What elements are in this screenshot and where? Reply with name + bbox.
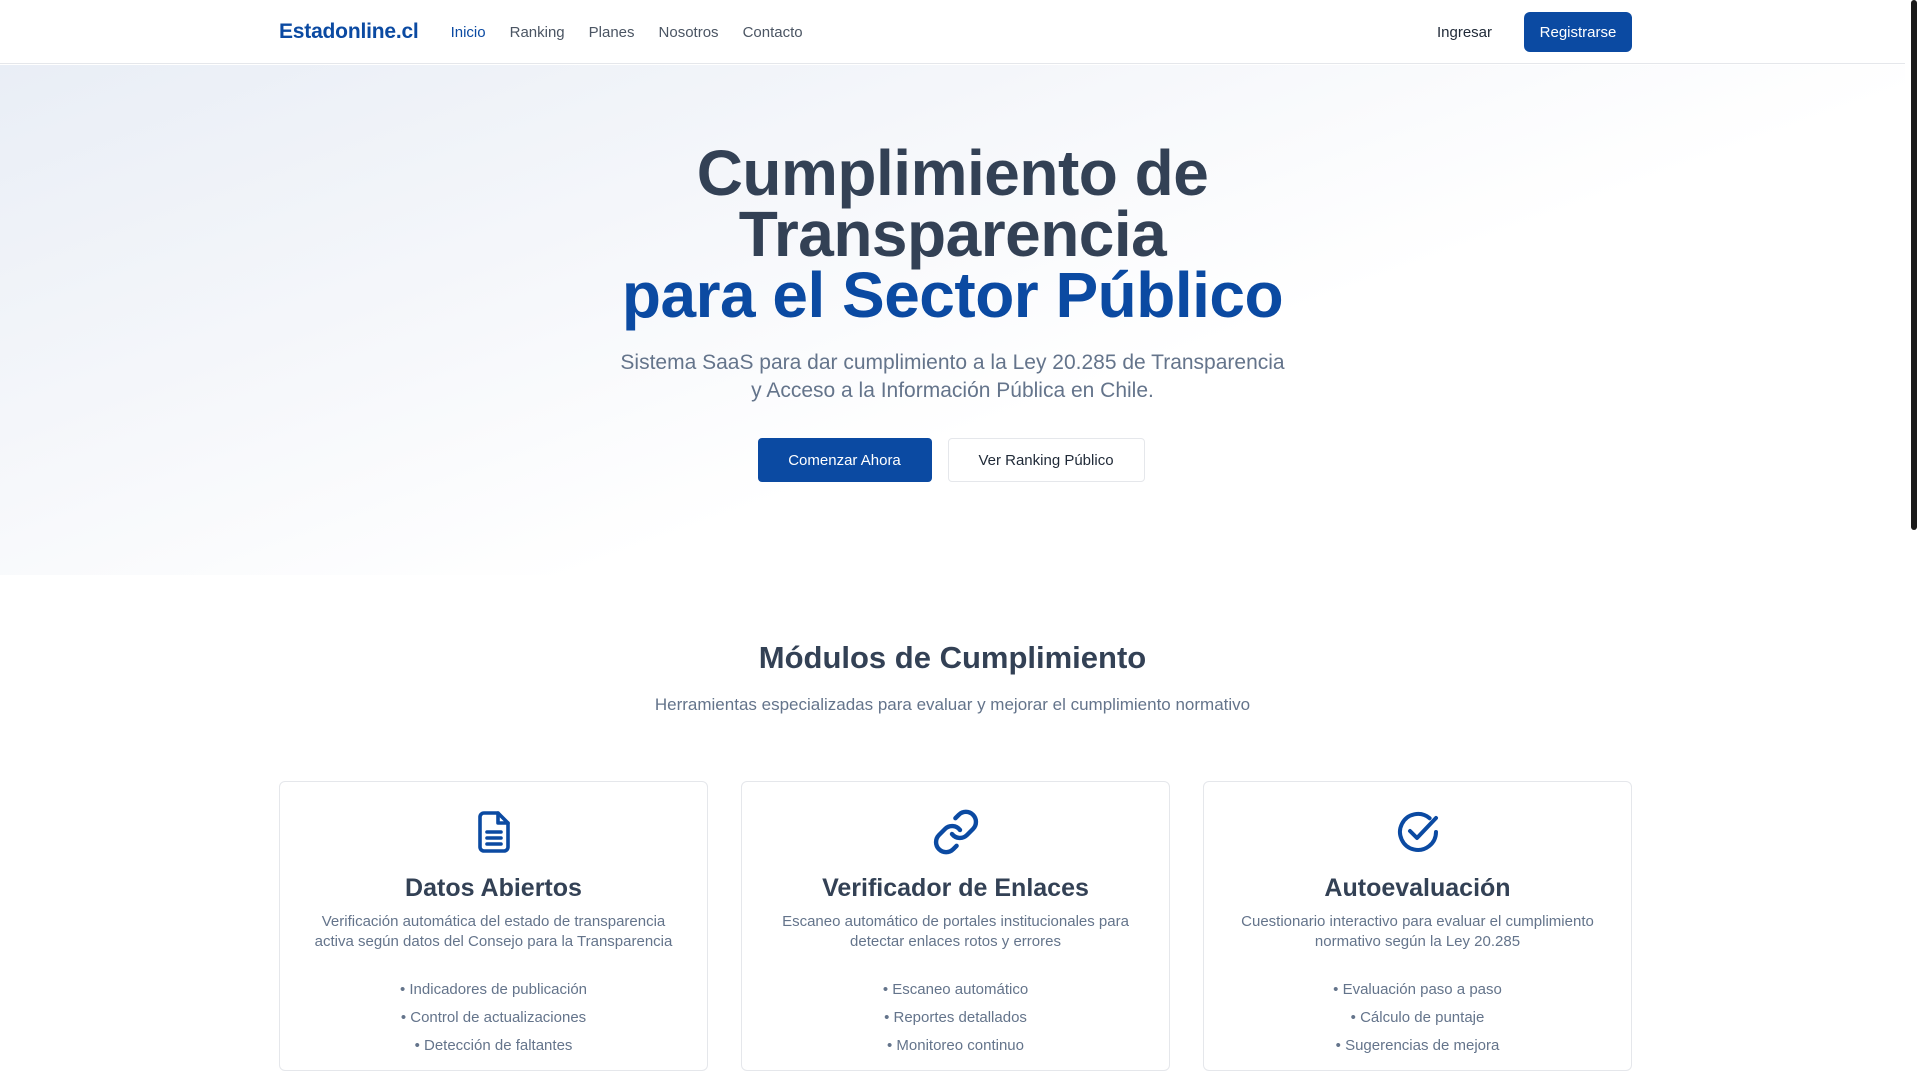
nav-link-ranking[interactable]: Ranking [510,24,565,41]
register-button[interactable]: Registrarse [1524,12,1632,52]
nav-link-inicio[interactable]: Inicio [451,24,486,41]
navbar-inner: Estadonline.cl Inicio Ranking Planes Nos… [279,0,1632,64]
hero-title-line-2: Transparencia [738,198,1167,270]
module-feature-list: Indicadores de publicación Control de ac… [280,976,707,1060]
module-card-autoevaluacion: Autoevaluación Cuestionario interactivo … [1203,781,1632,1071]
hero-title: Cumplimiento de Transparencia para el Se… [0,137,1905,331]
module-card-datos-abiertos: Datos Abiertos Verificación automática d… [279,781,708,1071]
module-feature-list: Escaneo automático Reportes detallados M… [742,976,1169,1060]
hero-section: Cumplimiento de Transparencia para el Se… [0,65,1905,575]
modules-subtitle: Herramientas especializadas para evaluar… [654,695,1251,714]
module-card-description: Escaneo automático de portales instituci… [782,913,1129,950]
login-button[interactable]: Ingresar [1437,24,1492,41]
module-card-title: Autoevaluación [1324,874,1511,902]
nav-link-planes[interactable]: Planes [589,24,635,41]
module-card-verificador-enlaces: Verificador de Enlaces Escaneo automátic… [741,781,1170,1071]
nav-link-contacto[interactable]: Contacto [743,24,803,41]
document-icon [477,811,510,853]
module-card-title: Datos Abiertos [405,874,582,902]
module-cards: Datos Abiertos Verificación automática d… [279,781,1632,1071]
hero-subtitle-line-1: Sistema SaaS para dar cumplimiento a la … [620,351,1285,374]
modules-title: Módulos de Cumplimiento [758,640,1147,675]
main-nav: Inicio Ranking Planes Nosotros Contacto [451,24,803,41]
module-card-title: Verificador de Enlaces [822,874,1089,902]
hero-title-line-1: Cumplimiento de [696,137,1209,209]
view-public-ranking-button[interactable]: Ver Ranking Público [947,438,1145,482]
check-circle-icon [1397,812,1438,852]
top-navbar: Estadonline.cl Inicio Ranking Planes Nos… [0,0,1905,64]
nav-link-nosotros[interactable]: Nosotros [659,24,719,41]
scrollbar-thumb[interactable] [1911,0,1917,530]
link-icon [933,809,978,855]
list-item: Monitoreo continuo [742,1032,1169,1060]
list-item: Detección de faltantes [280,1032,707,1060]
list-item: Sugerencias de mejora [1204,1032,1631,1060]
list-item: Reportes detallados [742,1004,1169,1032]
module-feature-list: Evaluación paso a paso Cálculo de puntaj… [1204,976,1631,1060]
list-item: Escaneo automático [742,976,1169,1004]
hero-subtitle: Sistema SaaS para dar cumplimiento a la … [0,349,1905,405]
module-card-description: Verificación automática del estado de tr… [314,913,673,950]
hero-subtitle-line-2: y Acceso a la Información Pública en Chi… [751,379,1154,402]
list-item: Cálculo de puntaje [1204,1004,1631,1032]
hero-title-accent: para el Sector Público [621,259,1284,331]
page-scrollbar[interactable] [1909,0,1920,1080]
hero-cta-group: Comenzar Ahora Ver Ranking Público [0,438,1905,482]
list-item: Evaluación paso a paso [1204,976,1631,1004]
brand-logo-link[interactable]: Estadonline.cl [279,20,419,44]
list-item: Control de actualizaciones [280,1004,707,1032]
list-item: Indicadores de publicación [280,976,707,1004]
nav-actions: Ingresar Registrarse [1437,12,1632,52]
start-now-button[interactable]: Comenzar Ahora [757,438,932,482]
module-card-description: Cuestionario interactivo para evaluar el… [1241,913,1594,950]
